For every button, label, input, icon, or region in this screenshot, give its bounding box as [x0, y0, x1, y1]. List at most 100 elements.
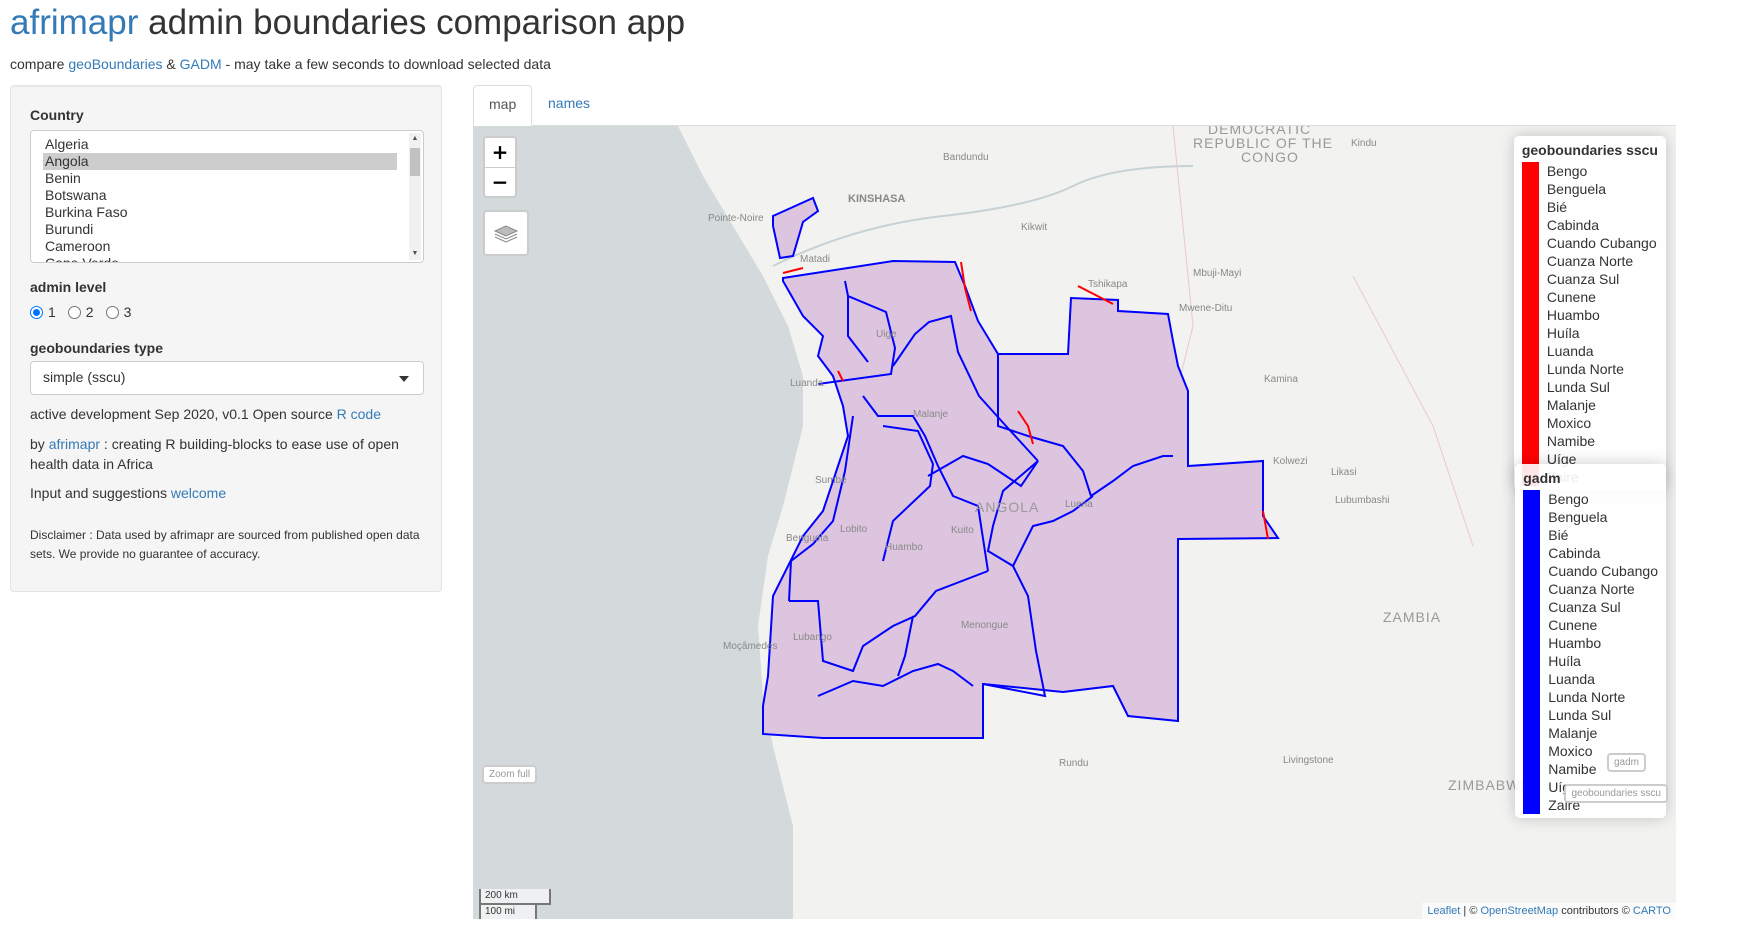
afrimapr-link[interactable]: afrimapr — [49, 436, 100, 452]
scale-mi: 100 mi — [479, 903, 537, 919]
country-option[interactable]: Cape Verde — [31, 255, 397, 262]
map-canvas[interactable]: DEMOCRATIC REPUBLIC OF THE CONGO Kindu B… — [473, 126, 1676, 919]
chevron-down-icon — [399, 376, 409, 382]
scale-km: 200 km — [479, 889, 551, 905]
scroll-down-icon[interactable]: ▼ — [409, 248, 421, 260]
tab-bar: map names — [473, 85, 1676, 126]
disclaimer: Disclaimer : Data used by afrimapr are s… — [30, 528, 420, 561]
legend-item: Benguela — [1548, 509, 1608, 525]
sidebar-panel: Country Algeria Angola Benin Botswana Burkin… — [10, 85, 442, 592]
place-label: Lobito — [840, 524, 868, 535]
place-label: Luena — [1065, 499, 1093, 510]
legend-item: Bengo — [1548, 491, 1589, 507]
by-note: by afrimapr : creating R building-blocks… — [30, 434, 410, 474]
country-option[interactable]: Angola — [43, 153, 397, 170]
legend-item: Cuanza Norte — [1548, 581, 1635, 597]
place-label: Uige — [876, 329, 897, 340]
admin-level-radio-1[interactable]: 1 — [30, 304, 56, 320]
admin-level-radios: 1 2 3 — [30, 304, 131, 320]
legend-item: Bié — [1546, 199, 1568, 215]
country-option[interactable]: Botswana — [31, 187, 397, 204]
radio-circle[interactable] — [30, 305, 43, 319]
zoom-in-button[interactable]: + — [485, 138, 515, 167]
geoboundaries-toggle-button[interactable]: geoboundaries sscu — [1564, 784, 1668, 803]
legend-geob-title: geoboundaries sscu — [1521, 142, 1658, 158]
zoom-full-button[interactable]: Zoom full — [482, 765, 538, 784]
country-option[interactable]: Cameroon — [31, 238, 397, 255]
zoom-control: + − — [483, 136, 517, 198]
place-label: Kikwit — [1021, 222, 1047, 233]
attrib-sep1: | © — [1460, 905, 1481, 917]
country-option[interactable]: Algeria — [31, 136, 397, 153]
legend-item: Cuanza Sul — [1548, 599, 1621, 615]
gadm-toggle-button[interactable]: gadm — [1606, 753, 1646, 772]
legend-item: Cuando Cubango — [1546, 235, 1657, 251]
place-label: CONGO — [1241, 149, 1299, 165]
legend-gadm-title: gadm — [1523, 470, 1561, 486]
subtitle-suffix: - may take a few seconds to download sel… — [221, 56, 551, 72]
title-rest: admin boundaries comparison app — [148, 3, 686, 42]
scroll-up-icon[interactable]: ▲ — [409, 133, 421, 145]
r-code-link[interactable]: R code — [337, 406, 381, 422]
input-text: Input and suggestions — [30, 485, 171, 501]
tab-map[interactable]: map — [473, 85, 533, 126]
place-label: ZAMBIA — [1383, 609, 1441, 625]
leaflet-link[interactable]: Leaflet — [1427, 905, 1460, 917]
legend-item: Cuando Cubango — [1548, 563, 1658, 579]
country-option[interactable]: Burkina Faso — [31, 204, 397, 221]
legend-item: Malanje — [1548, 725, 1598, 741]
country-list-scrollbar[interactable]: ▲ ▼ — [409, 133, 421, 260]
admin-level-radio-2[interactable]: 2 — [67, 304, 94, 320]
radio-circle[interactable] — [105, 305, 119, 319]
zoom-out-button[interactable]: − — [485, 167, 515, 196]
place-label: Menongue — [961, 620, 1009, 631]
admin-level-radio-3[interactable]: 3 — [105, 304, 132, 320]
welcome-link[interactable]: welcome — [171, 485, 226, 501]
attrib-sep2: contributors © — [1558, 905, 1633, 917]
place-label: Kuito — [951, 525, 974, 536]
tab-names[interactable]: names — [533, 85, 605, 126]
legend-gadm-color-bar — [1523, 490, 1541, 814]
layers-icon — [493, 225, 519, 243]
place-label: Malanje — [913, 409, 948, 420]
legend-item: Benguela — [1546, 181, 1607, 197]
place-label: Matadi — [800, 254, 830, 265]
scroll-thumb[interactable] — [410, 148, 420, 176]
place-label: Benguela — [786, 533, 829, 544]
input-note: Input and suggestions welcome — [30, 483, 430, 503]
place-label: Livingstone — [1283, 755, 1334, 766]
legend-item: Huambo — [1548, 635, 1602, 651]
subtitle-prefix: compare — [10, 56, 69, 72]
legend-item: Lunda Sul — [1548, 707, 1612, 723]
legend-item: Huambo — [1546, 307, 1600, 323]
place-label: Luanda — [790, 378, 824, 389]
place-label: Tshikapa — [1088, 279, 1128, 290]
place-label: ANGOLA — [975, 499, 1039, 515]
country-option[interactable]: Benin — [31, 170, 397, 187]
legend-item: Bié — [1548, 527, 1569, 543]
osm-link[interactable]: OpenStreetMap — [1480, 905, 1558, 917]
radio-circle[interactable] — [67, 305, 81, 319]
gadm-link[interactable]: GADM — [180, 56, 222, 72]
admin-level-label: admin level — [30, 279, 107, 295]
geoboundaries-link[interactable]: geoBoundaries — [68, 56, 162, 72]
title-brand-link[interactable]: afrimapr — [10, 3, 138, 42]
legend-geoboundaries: geoboundaries sscu Bengo Benguela Bié Cabin… — [1513, 136, 1666, 490]
legend-item: Luanda — [1546, 343, 1594, 359]
place-label: Bandundu — [943, 152, 989, 163]
radio-label: 3 — [123, 304, 132, 320]
country-label: Country — [30, 107, 84, 123]
radio-label: 2 — [85, 304, 94, 320]
legend-item: Cabinda — [1548, 545, 1601, 561]
scale-bar: 200 km 100 mi — [479, 889, 551, 919]
place-label: Kolwezi — [1273, 456, 1307, 467]
layers-control-button[interactable] — [483, 210, 529, 256]
leaflet-map[interactable]: DEMOCRATIC REPUBLIC OF THE CONGO Kindu B… — [473, 126, 1676, 919]
place-label: Rundu — [1059, 758, 1088, 769]
country-select-list[interactable]: Algeria Angola Benin Botswana Burkina Faso Bu… — [30, 130, 424, 263]
country-option[interactable]: Burundi — [31, 221, 397, 238]
place-label: Lubumbashi — [1335, 495, 1389, 506]
geoboundaries-type-select[interactable]: simple (sscu) — [30, 361, 424, 395]
legend-item: Huíla — [1548, 653, 1581, 669]
carto-link[interactable]: CARTO — [1633, 905, 1671, 917]
